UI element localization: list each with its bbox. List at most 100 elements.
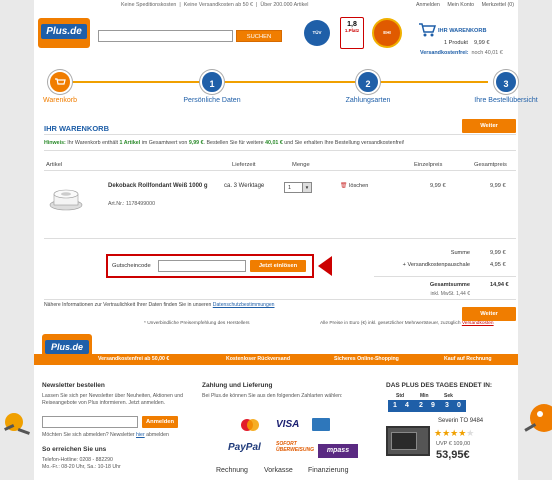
step-number: 1 <box>200 70 224 94</box>
cart-step-icon <box>48 70 72 94</box>
ehi-seal: EHI <box>372 18 402 48</box>
hint-value: 9,99 € <box>188 140 204 146</box>
quantity-select[interactable]: 1 ▼ <box>284 182 312 193</box>
divider <box>44 238 516 239</box>
payment-method: Finanzierung <box>308 467 349 474</box>
next-button-top[interactable]: Weiter <box>462 119 516 133</box>
sum-label: Summe <box>450 250 470 256</box>
col-header-quantity: Menge <box>292 162 310 168</box>
privacy-link[interactable]: Datenschutzbestimmungen <box>213 302 275 308</box>
countdown-digit: 4 <box>400 400 414 412</box>
countdown-digit: 9 <box>426 400 440 412</box>
cart-icon[interactable] <box>418 22 436 38</box>
benefits-band: Versandkostenfrei ab 50,00 € Kostenloser… <box>34 354 518 365</box>
search-button[interactable]: SUCHEN <box>236 30 282 42</box>
step-personal: 1 Persönliche Daten <box>172 70 252 104</box>
unsubscribe-text: Möchten Sie sich abmelden? Newsletter <box>42 432 135 438</box>
product-name[interactable]: Dekoback Rollfondant Weiß 1000 g <box>108 182 214 190</box>
privacy-text: Nähere Informationen zur Vertraulichkeit… <box>44 302 212 308</box>
paypal-logo: PayPal <box>228 442 261 453</box>
voucher-label: Gutscheincode <box>112 263 151 269</box>
mastercard-icon <box>241 419 259 431</box>
grand-total-label: Gesamtsumme <box>429 282 470 288</box>
benefit-item: Kauf auf Rechnung <box>444 356 492 362</box>
hint-text: . Bestellen Sie für weitere <box>203 140 264 146</box>
basket-hint: Hinweis: Ihr Warenkorb enthält 1 Artikel… <box>44 140 404 146</box>
mascot-left-icon <box>4 413 30 435</box>
mpass-logo: mpass <box>318 444 358 458</box>
hotline-text: Telefon-Hotline: 0208 - 882290 <box>42 457 113 463</box>
vat-note: Alle Preise in Euro (€) inkl. gesetzlich… <box>320 321 494 326</box>
delivery-time: ca. 3 Werktage <box>224 183 265 189</box>
price-note: * Unverbindliche Preisempfehlung des Her… <box>144 321 250 326</box>
payment-method: Rechnung <box>216 467 248 474</box>
vat-note-text: Alle Preise in Euro (€) inkl. gesetzlich… <box>320 321 461 326</box>
col-header-article: Artikel <box>46 162 63 168</box>
cart-title[interactable]: IHR WARENKORB <box>438 28 486 34</box>
total-price: 9,99 € <box>490 183 506 189</box>
arrow-left-icon <box>318 256 332 276</box>
product-image[interactable] <box>48 188 84 212</box>
voucher-input[interactable] <box>158 260 246 272</box>
divider <box>44 134 516 135</box>
hint-label: Hinweis: <box>44 140 66 146</box>
countdown-label: Min <box>420 393 429 399</box>
amex-icon <box>312 418 330 431</box>
deal-product-name[interactable]: Severin TO 9484 <box>438 418 483 425</box>
step-label: Warenkorb <box>43 97 77 104</box>
site-logo[interactable]: Plus.de <box>38 18 90 48</box>
test-label: 1.Platz <box>344 28 360 33</box>
grand-total-value: 14,94 € <box>490 282 509 288</box>
basket-title: IHR WARENKORB <box>44 124 109 133</box>
step-payment: 2 Zahlungsarten <box>328 70 408 104</box>
unit-price: 9,99 € <box>430 183 446 189</box>
newsletter-text: Lassen Sie sich per Newsletter über Neuh… <box>42 393 184 406</box>
col-header-unit-price: Einzelpreis <box>414 162 443 168</box>
benefit-item: Versandkostenfrei ab 50,00 € <box>98 356 170 362</box>
visa-logo: VISA <box>276 419 300 430</box>
vat-info: inkl. MwSt. 1,44 € <box>430 291 470 297</box>
test-grade: 1,8 <box>347 21 357 28</box>
quantity-value: 1 <box>288 185 292 191</box>
newsletter-subscribe-button[interactable]: Anmelden <box>142 416 178 428</box>
promo-item: Keine Versandkosten ab 50 € <box>183 2 253 8</box>
col-header-delivery: Lieferzeit <box>232 162 256 168</box>
unsubscribe-end: abmelden <box>146 432 169 438</box>
privacy-note: Nähere Informationen zur Vertraulichkeit… <box>44 302 275 308</box>
cart-ship-label: Versandkostenfrei: <box>420 50 469 56</box>
benefit-item: Sicheres Online-Shopping <box>334 356 399 362</box>
next-button-bottom[interactable]: Weiter <box>462 307 516 321</box>
deal-product-image[interactable] <box>386 426 430 456</box>
top-bar: Keine Speditionskosten | Keine Versandkost… <box>34 2 518 12</box>
unsubscribe-link[interactable]: hier <box>136 432 145 438</box>
my-account-link[interactable]: Mein Konto <box>447 2 474 8</box>
payment-text: Bei Plus.de können Sie aus den folgenden… <box>202 393 343 399</box>
countdown-digit: 0 <box>452 400 466 412</box>
footer-logo-text: Plus.de <box>45 340 89 354</box>
chevron-down-icon[interactable]: ▼ <box>302 183 311 192</box>
steps-line <box>64 81 488 83</box>
deal-price: 53,95€ <box>436 449 470 461</box>
redeem-voucher-button[interactable]: Jetzt einlösen <box>250 260 306 272</box>
step-label: Zahlungsarten <box>345 97 391 104</box>
cart-summary: 1 Produkt 9,99 € <box>444 40 490 46</box>
newsletter-email-input[interactable] <box>42 416 138 428</box>
rating-stars: ★★★★★ <box>434 428 475 438</box>
account-links: Anmelden Mein Konto Merkzettel (0) <box>410 2 514 8</box>
payment-method: Vorkasse <box>264 467 293 474</box>
step-review: 3 Ihre Bestellübersicht <box>466 70 546 104</box>
shipping-costs-link[interactable]: Versandkosten <box>462 321 494 326</box>
hint-text: im Gesamtwert von <box>141 140 188 146</box>
promo-bar: Keine Speditionskosten | Keine Versandkost… <box>121 2 309 8</box>
wishlist-link[interactable]: Merkzettel (0) <box>482 2 514 8</box>
remove-item-link[interactable]: 🗑 löschen <box>340 183 368 189</box>
sofort-logo: SOFORT ÜBERWEISUNG <box>276 441 314 453</box>
oven-window <box>391 432 417 450</box>
newsletter-unsubscribe: Möchten Sie sich abmelden? Newsletter hi… <box>42 432 169 439</box>
login-link[interactable]: Anmelden <box>416 2 440 8</box>
search-input[interactable] <box>98 30 233 42</box>
page: Keine Speditionskosten | Keine Versandkost… <box>34 0 538 480</box>
deal-uvp: UVP € 109,00 <box>436 441 471 447</box>
hint-items: 1 Artikel <box>119 140 141 146</box>
countdown-label: Std <box>396 393 405 399</box>
